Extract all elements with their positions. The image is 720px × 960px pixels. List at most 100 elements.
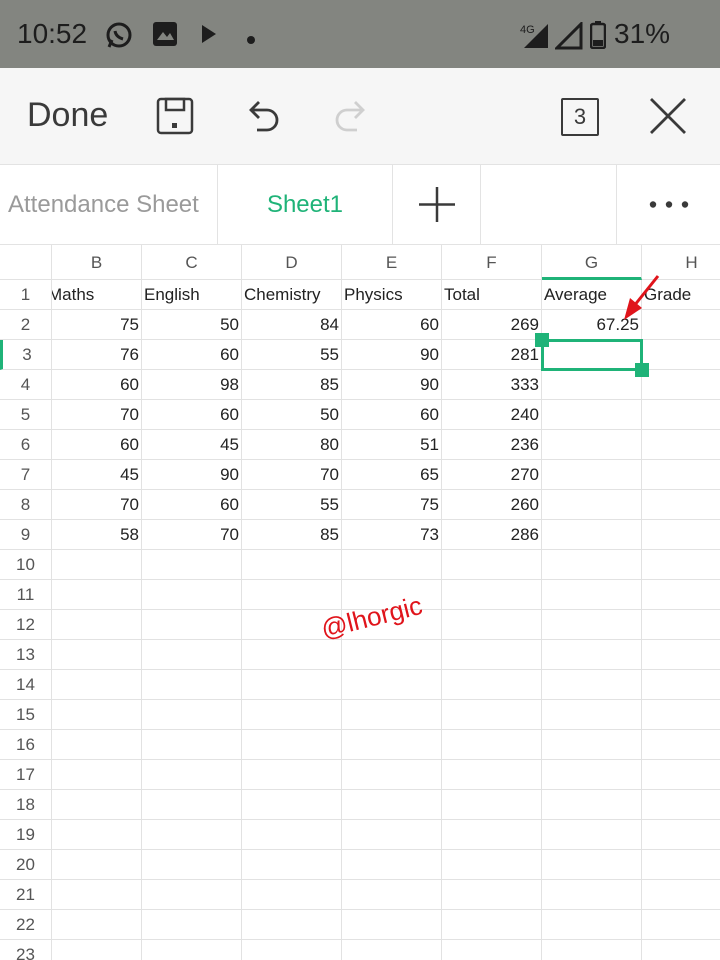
cell-f18[interactable] [442, 790, 542, 820]
cell-d9[interactable]: 85 [242, 520, 342, 550]
cell-e19[interactable] [342, 820, 442, 850]
cell-c4[interactable]: 98 [142, 370, 242, 400]
cell-b6[interactable]: 60 [52, 430, 142, 460]
close-icon[interactable] [648, 96, 688, 136]
row-header-9[interactable]: 9 [0, 520, 52, 550]
cell-b12[interactable] [52, 610, 142, 640]
cell-e8[interactable]: 75 [342, 490, 442, 520]
cell-f6[interactable]: 236 [442, 430, 542, 460]
cell-f9[interactable]: 286 [442, 520, 542, 550]
row-header-3[interactable]: 3 [0, 340, 52, 370]
cell-c16[interactable] [142, 730, 242, 760]
cell-b11[interactable] [52, 580, 142, 610]
cell-e17[interactable] [342, 760, 442, 790]
cell-b9[interactable]: 58 [52, 520, 142, 550]
cell-c12[interactable] [142, 610, 242, 640]
column-header-f[interactable]: F [442, 245, 542, 280]
cell-h21[interactable] [642, 880, 720, 910]
cell-e4[interactable]: 90 [342, 370, 442, 400]
cell-g13[interactable] [542, 640, 642, 670]
cell-h4[interactable] [642, 370, 720, 400]
cell-g12[interactable] [542, 610, 642, 640]
row-header-21[interactable]: 21 [0, 880, 52, 910]
cell-b14[interactable] [52, 670, 142, 700]
cell-d5[interactable]: 50 [242, 400, 342, 430]
cell-d8[interactable]: 55 [242, 490, 342, 520]
cell-f19[interactable] [442, 820, 542, 850]
cell-g5[interactable] [542, 400, 642, 430]
cell-b18[interactable] [52, 790, 142, 820]
cell-e14[interactable] [342, 670, 442, 700]
cell-c6[interactable]: 45 [142, 430, 242, 460]
row-header-2[interactable]: 2 [0, 310, 52, 340]
cell-f4[interactable]: 333 [442, 370, 542, 400]
cell-e5[interactable]: 60 [342, 400, 442, 430]
row-header-5[interactable]: 5 [0, 400, 52, 430]
cell-f2[interactable]: 269 [442, 310, 542, 340]
cell-d22[interactable] [242, 910, 342, 940]
cell-e21[interactable] [342, 880, 442, 910]
cell-h23[interactable] [642, 940, 720, 960]
cell-f11[interactable] [442, 580, 542, 610]
cell-d10[interactable] [242, 550, 342, 580]
cell-g19[interactable] [542, 820, 642, 850]
spreadsheet-grid[interactable]: B C D E F G H 1 Maths English Chemistry Physics Tota… [0, 245, 720, 960]
cell-d21[interactable] [242, 880, 342, 910]
cell-b17[interactable] [52, 760, 142, 790]
cell-g16[interactable] [542, 730, 642, 760]
cell-f17[interactable] [442, 760, 542, 790]
cell-c20[interactable] [142, 850, 242, 880]
cell-b20[interactable] [52, 850, 142, 880]
tab-sheet1[interactable]: Sheet1 [218, 165, 393, 244]
cell-f16[interactable] [442, 730, 542, 760]
row-header-13[interactable]: 13 [0, 640, 52, 670]
cell-e16[interactable] [342, 730, 442, 760]
cell-e22[interactable] [342, 910, 442, 940]
cell-f23[interactable] [442, 940, 542, 960]
cell-f8[interactable]: 260 [442, 490, 542, 520]
cell-f20[interactable] [442, 850, 542, 880]
cell-f3[interactable]: 281 [442, 340, 542, 370]
row-header-10[interactable]: 10 [0, 550, 52, 580]
cell-g6[interactable] [542, 430, 642, 460]
cell-h12[interactable] [642, 610, 720, 640]
cell-c10[interactable] [142, 550, 242, 580]
cell-h16[interactable] [642, 730, 720, 760]
cell-h3[interactable] [642, 340, 720, 370]
cell-f13[interactable] [442, 640, 542, 670]
cell-e3[interactable]: 90 [342, 340, 442, 370]
cell-g20[interactable] [542, 850, 642, 880]
row-header-4[interactable]: 4 [0, 370, 52, 400]
selection-start-handle[interactable] [535, 333, 549, 347]
row-header-23[interactable]: 23 [0, 940, 52, 960]
column-header-c[interactable]: C [142, 245, 242, 280]
row-header-22[interactable]: 22 [0, 910, 52, 940]
column-header-b[interactable]: B [52, 245, 142, 280]
cell-c21[interactable] [142, 880, 242, 910]
cell-d4[interactable]: 85 [242, 370, 342, 400]
cell-c8[interactable]: 60 [142, 490, 242, 520]
redo-icon[interactable] [331, 96, 371, 136]
cell-b2[interactable]: 75 [52, 310, 142, 340]
cell-g23[interactable] [542, 940, 642, 960]
cell-d14[interactable] [242, 670, 342, 700]
cell-e18[interactable] [342, 790, 442, 820]
cell-c11[interactable] [142, 580, 242, 610]
cell-d3[interactable]: 55 [242, 340, 342, 370]
done-button[interactable]: Done [27, 96, 108, 135]
cell-b22[interactable] [52, 910, 142, 940]
cell-g15[interactable] [542, 700, 642, 730]
cell-d20[interactable] [242, 850, 342, 880]
cell-f1[interactable]: Total [442, 280, 542, 310]
add-sheet-button[interactable] [393, 165, 481, 244]
cell-d15[interactable] [242, 700, 342, 730]
cell-h6[interactable] [642, 430, 720, 460]
cell-g10[interactable] [542, 550, 642, 580]
cell-d17[interactable] [242, 760, 342, 790]
cell-h19[interactable] [642, 820, 720, 850]
cell-d11[interactable] [242, 580, 342, 610]
cell-d16[interactable] [242, 730, 342, 760]
undo-icon[interactable] [243, 96, 283, 136]
cell-h10[interactable] [642, 550, 720, 580]
cell-c5[interactable]: 60 [142, 400, 242, 430]
